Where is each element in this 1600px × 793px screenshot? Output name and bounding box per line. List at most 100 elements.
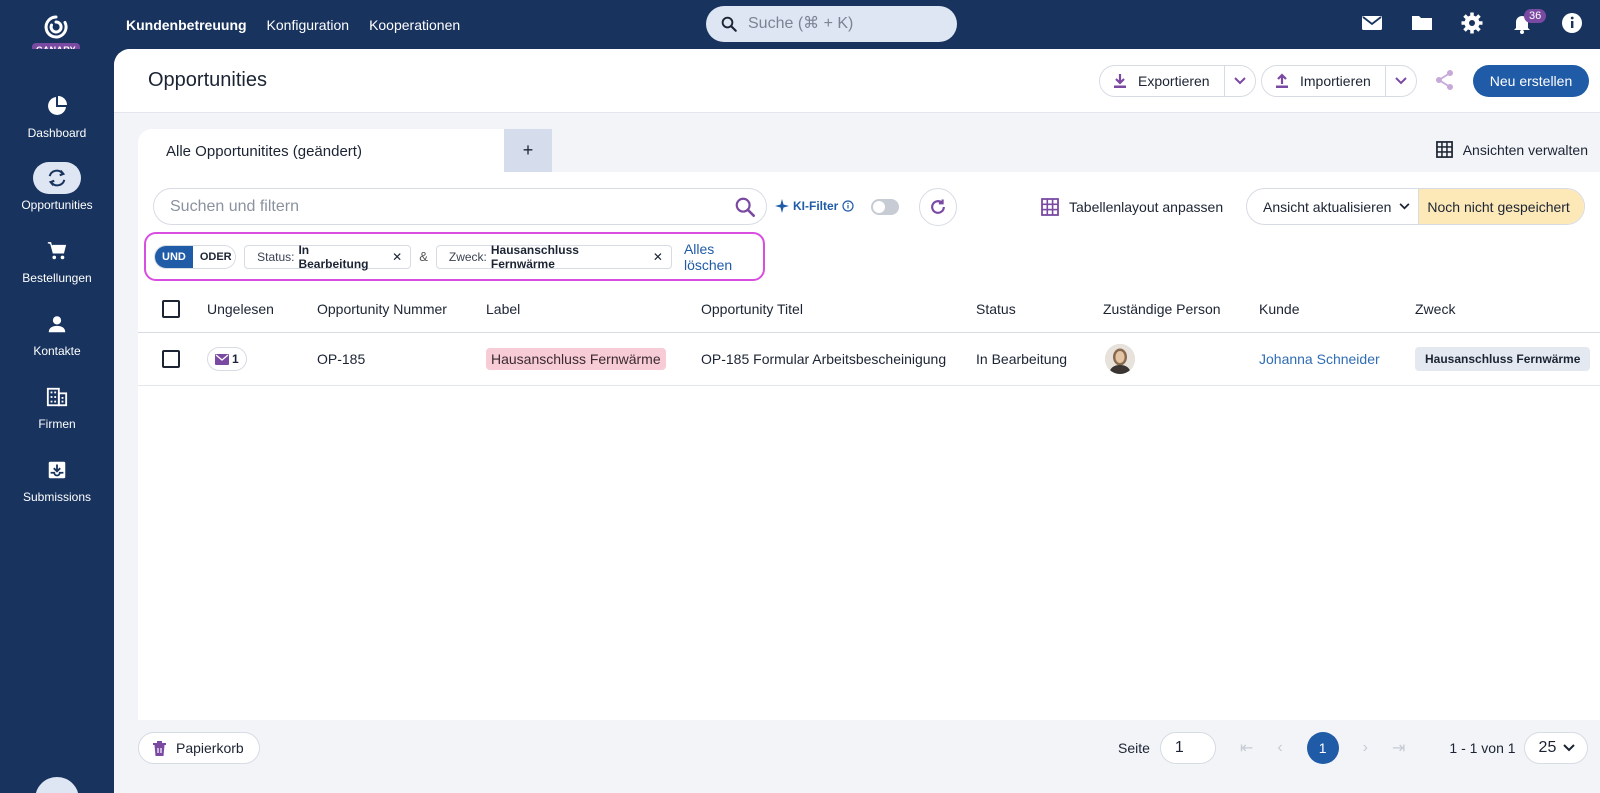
table-layout-icon: [1041, 198, 1059, 216]
refresh-icon: [931, 199, 945, 214]
create-new-button[interactable]: Neu erstellen: [1473, 65, 1589, 97]
filter-joiner: &: [419, 249, 428, 264]
topnav-kundenbetreuung[interactable]: Kundenbetreuung: [126, 17, 247, 33]
result-range: 1 - 1 von 1: [1449, 740, 1516, 756]
column-header-person[interactable]: Zuständige Person: [1103, 286, 1221, 332]
trash-label: Papierkorb: [176, 740, 244, 756]
user-avatar[interactable]: UD1: [35, 777, 79, 793]
row-checkbox[interactable]: [162, 350, 180, 368]
assignee-avatar[interactable]: [1105, 344, 1135, 374]
filter-chip-value: In Bearbeitung: [298, 242, 369, 271]
sidebar-item-submissions[interactable]: Submissions: [0, 454, 114, 504]
settings-icon[interactable]: [1460, 11, 1484, 35]
sidebar-item-label: Dashboard: [27, 126, 87, 140]
per-page-value: 25: [1538, 739, 1557, 756]
topnav-kooperationen[interactable]: Kooperationen: [369, 17, 460, 33]
topnav-konfiguration[interactable]: Konfiguration: [267, 17, 350, 33]
remove-filter-icon[interactable]: ✕: [653, 250, 663, 264]
unread-indicator[interactable]: 1: [207, 347, 247, 371]
sidebar-item-dashboard[interactable]: Dashboard: [0, 90, 114, 140]
column-header-nummer[interactable]: Opportunity Nummer: [317, 286, 447, 332]
folder-icon[interactable]: [1410, 11, 1434, 35]
filter-chip-status[interactable]: Status: In Bearbeitung ✕: [244, 242, 412, 271]
column-header-status[interactable]: Status: [976, 286, 1016, 332]
trash-button[interactable]: Papierkorb: [138, 732, 260, 764]
info-icon[interactable]: [1560, 11, 1584, 35]
column-header-titel[interactable]: Opportunity Titel: [701, 286, 803, 332]
update-view-button[interactable]: Ansicht aktualisieren: [1247, 189, 1418, 224]
per-page-select[interactable]: 25: [1523, 732, 1588, 764]
refresh-button[interactable]: [919, 188, 957, 226]
sidebar-item-kontakte[interactable]: Kontakte: [0, 308, 114, 358]
filter-chip-zweck[interactable]: Zweck: Hausanschluss Fernwärme ✕: [435, 242, 672, 271]
ki-filter-label[interactable]: KI-Filter: [775, 199, 854, 213]
first-page-icon[interactable]: ⇤: [1240, 738, 1253, 758]
bell-icon[interactable]: 36: [1510, 9, 1547, 35]
export-dropdown[interactable]: [1225, 66, 1255, 96]
or-toggle[interactable]: ODER: [192, 245, 236, 268]
previous-page-icon[interactable]: ‹: [1277, 739, 1282, 757]
global-search-input[interactable]: [748, 15, 938, 33]
person-icon: [48, 316, 66, 333]
share-icon[interactable]: [1434, 69, 1456, 94]
top-navigation: Kundenbetreuung Konfiguration Kooperatio…: [126, 17, 460, 33]
column-header-kunde[interactable]: Kunde: [1259, 286, 1299, 332]
filter-chip-key: Zweck:: [448, 249, 487, 264]
filter-chip-value: Hausanschluss Fernwärme: [490, 242, 579, 271]
and-toggle[interactable]: UND: [155, 245, 193, 268]
last-page-icon[interactable]: ⇥: [1392, 738, 1405, 758]
customer-link[interactable]: Johanna Schneider: [1259, 351, 1380, 367]
filter-search-input[interactable]: [170, 197, 734, 216]
import-label: Importieren: [1300, 73, 1371, 89]
info-circle-icon[interactable]: [842, 200, 854, 212]
page-header: Opportunities Exportieren Importieren Ne…: [114, 49, 1600, 113]
sidebar-item-label: Firmen: [38, 417, 76, 431]
main-content: Opportunities Exportieren Importieren Ne…: [114, 49, 1600, 793]
page-title: Opportunities: [148, 69, 267, 91]
manage-views-button[interactable]: Ansichten verwalten: [1435, 141, 1588, 158]
filter-search[interactable]: [153, 188, 767, 225]
top-bar: CANARY Kundenbetreuung Konfiguration Koo…: [0, 0, 1600, 57]
select-all-checkbox[interactable]: [162, 300, 180, 318]
export-button-group: Exportieren: [1099, 65, 1256, 97]
adjust-table-layout-button[interactable]: Tabellenlayout anpassen: [1041, 198, 1223, 216]
global-search[interactable]: [706, 6, 957, 42]
ki-filter-toggle[interactable]: [871, 199, 899, 215]
sidebar-item-opportunities[interactable]: Opportunities: [0, 162, 114, 212]
manage-views-label: Ansichten verwalten: [1462, 141, 1588, 158]
sidebar: Dashboard Opportunities Bestellungen Kon…: [0, 49, 114, 793]
page-number-input[interactable]: [1159, 732, 1216, 764]
search-icon[interactable]: [734, 196, 756, 218]
column-header-label[interactable]: Label: [486, 286, 520, 332]
current-page-button[interactable]: 1: [1306, 732, 1339, 764]
status-value: In Bearbeitung: [976, 351, 1068, 367]
sidebar-item-firmen[interactable]: Firmen: [0, 381, 114, 431]
tab-all-opportunities[interactable]: Alle Opportunitites (geändert): [138, 129, 504, 172]
import-dropdown[interactable]: [1386, 66, 1416, 96]
export-button[interactable]: Exportieren: [1100, 66, 1225, 96]
clear-all-filters-link[interactable]: Alles löschen: [684, 241, 763, 273]
active-filters: UND ODER Status: In Bearbeitung ✕ & Zwec…: [144, 232, 765, 281]
import-button-group: Importieren: [1261, 65, 1417, 97]
sparkle-icon: [775, 199, 789, 213]
unread-count: 1: [232, 352, 239, 366]
notification-count-badge: 36: [1524, 9, 1547, 23]
mail-icon[interactable]: [1360, 11, 1384, 35]
remove-filter-icon[interactable]: ✕: [392, 250, 402, 264]
chevron-down-icon: [1395, 77, 1407, 85]
sidebar-item-bestellungen[interactable]: Bestellungen: [0, 235, 114, 285]
table-row[interactable]: 1 OP-185 Hausanschluss Fernwärme OP-185 …: [138, 333, 1600, 386]
import-button[interactable]: Importieren: [1262, 66, 1386, 96]
sync-icon: [48, 169, 66, 187]
unsaved-badge: Noch nicht gespeichert: [1418, 189, 1584, 224]
top-icons: 36: [1360, 9, 1584, 35]
chevron-down-icon: [1399, 203, 1410, 210]
next-page-icon[interactable]: ›: [1363, 739, 1368, 757]
table-header: Ungelesen Opportunity Nummer Label Oppor…: [138, 286, 1600, 333]
column-header-zweck[interactable]: Zweck: [1415, 286, 1455, 332]
inbox-icon: [48, 461, 66, 479]
download-icon: [1114, 74, 1126, 88]
ki-filter-text: KI-Filter: [793, 199, 839, 213]
column-header-ungelesen[interactable]: Ungelesen: [207, 286, 274, 332]
add-view-tab[interactable]: +: [504, 129, 552, 172]
